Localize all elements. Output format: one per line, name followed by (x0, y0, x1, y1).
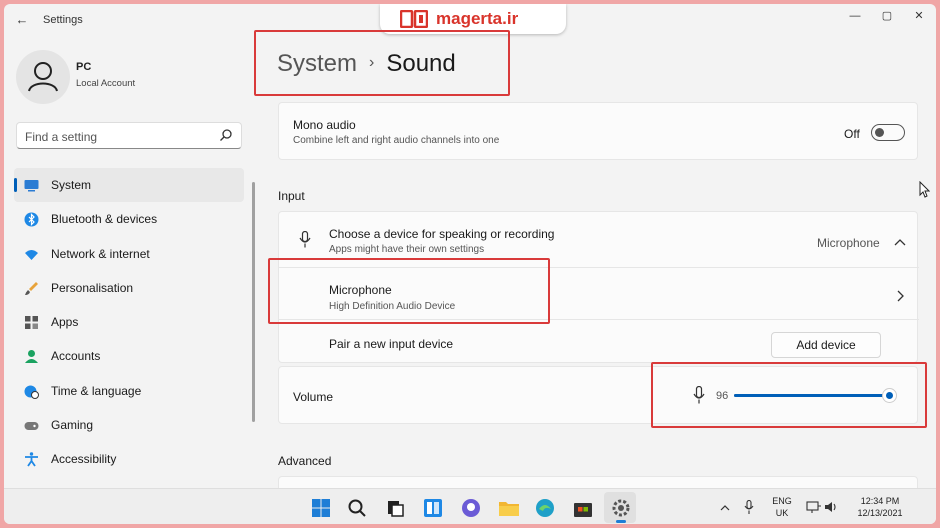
sidebar-item-accessibility[interactable]: Accessibility (14, 442, 244, 476)
sidebar-item-apps[interactable]: Apps (14, 305, 244, 339)
file-explorer-icon[interactable] (498, 497, 520, 519)
toggle-state-label: Off (844, 127, 860, 141)
sidebar-item-personalisation[interactable]: Personalisation (14, 271, 244, 305)
mono-audio-subtitle: Combine left and right audio channels in… (293, 135, 500, 146)
sidebar-item-label: Bluetooth & devices (51, 212, 158, 227)
mouse-cursor-icon (919, 181, 930, 198)
sidebar-item-label: Accounts (51, 349, 101, 364)
input-section-heading: Input (278, 189, 305, 203)
settings-icon[interactable] (610, 497, 632, 519)
active-indicator (14, 178, 17, 192)
edge-icon[interactable] (534, 497, 556, 519)
user-name: PC (76, 61, 92, 73)
close-button[interactable]: ✕ (902, 8, 936, 24)
sidebar-item-system[interactable]: System (14, 168, 244, 203)
clock-date[interactable]: 12/13/2021 (852, 508, 908, 518)
mono-audio-toggle[interactable] (871, 124, 905, 141)
sidebar-item-label: Accessibility (51, 452, 117, 467)
advanced-section-heading: Advanced (278, 454, 332, 468)
volume-title: Volume (293, 390, 334, 404)
apps-icon (25, 316, 38, 330)
globe-clock-icon (24, 385, 39, 399)
speaker-icon[interactable] (824, 500, 838, 514)
sidebar-item-bluetooth[interactable]: Bluetooth & devices (14, 202, 244, 236)
sidebar-nav: System Bluetooth & devices Network & int… (14, 168, 244, 477)
sidebar-item-accounts[interactable]: Accounts (14, 339, 244, 373)
mono-audio-card: Mono audio Combine left and right audio … (278, 102, 918, 160)
avatar[interactable] (16, 50, 70, 104)
sidebar-item-network[interactable]: Network & internet (14, 237, 244, 271)
bluetooth-icon (24, 212, 39, 227)
brush-icon (25, 281, 38, 295)
store-icon[interactable] (572, 497, 594, 519)
sidebar-item-time-language[interactable]: Time & language (14, 374, 244, 408)
scrollbar[interactable] (252, 182, 255, 422)
sidebar-item-gaming[interactable]: Gaming (14, 408, 244, 442)
settings-window: ← Settings — ▢ ✕ magerta.ir PC Local Acc… (4, 4, 936, 524)
mono-audio-title: Mono audio (293, 118, 356, 132)
sidebar-item-label: Apps (51, 315, 79, 330)
chevron-up-icon[interactable] (894, 238, 906, 246)
sidebar-item-label: System (51, 178, 92, 192)
choose-device-subtitle: Apps might have their own settings (329, 244, 485, 255)
back-button[interactable]: ← (12, 12, 32, 28)
user-account-type: Local Account (76, 78, 136, 89)
window-title: Settings (43, 14, 83, 26)
wifi-icon (25, 249, 38, 260)
language-indicator-top[interactable]: ENG (768, 496, 796, 506)
microphone-icon (299, 231, 311, 248)
accounts-icon (25, 350, 38, 364)
search-input[interactable]: Find a setting (16, 122, 242, 149)
search-icon[interactable] (346, 497, 368, 519)
choose-device-title: Choose a device for speaking or recordin… (329, 227, 555, 241)
sidebar-item-label: Personalisation (51, 280, 134, 295)
sidebar-item-label: Gaming (51, 418, 94, 433)
person-icon (28, 62, 58, 92)
highlight-box (651, 362, 927, 428)
pair-device-title: Pair a new input device (329, 337, 454, 351)
selected-device-label: Microphone (817, 236, 880, 250)
monitor-icon (24, 180, 39, 192)
search-placeholder: Find a setting (25, 130, 98, 144)
clock-time[interactable]: 12:34 PM (852, 496, 908, 506)
gamepad-icon (24, 422, 39, 431)
chat-icon[interactable] (460, 497, 482, 519)
active-app-indicator (616, 520, 626, 523)
minimize-button[interactable]: — (838, 8, 872, 24)
taskbar: ENG UK 12:34 PM 12/13/2021 (4, 488, 936, 524)
sidebar-item-label: Network & internet (51, 246, 150, 261)
chevron-up-icon[interactable] (720, 505, 730, 511)
maximize-button[interactable]: ▢ (870, 8, 904, 24)
watermark-logo-icon (400, 10, 428, 28)
accessibility-icon (25, 452, 38, 467)
widgets-icon[interactable] (422, 497, 444, 519)
watermark-text: magerta.ir (436, 9, 519, 28)
task-view-icon[interactable] (384, 497, 406, 519)
language-indicator-bottom[interactable]: UK (768, 508, 796, 518)
highlight-box (254, 30, 510, 96)
sidebar-item-label: Time & language (51, 383, 142, 398)
microphone-icon[interactable] (744, 500, 754, 515)
search-icon[interactable] (219, 128, 233, 142)
highlight-box (268, 258, 550, 324)
add-device-button[interactable]: Add device (771, 332, 881, 358)
network-icon[interactable] (806, 500, 822, 514)
windows-start-icon[interactable] (310, 497, 332, 519)
chevron-right-icon (897, 290, 904, 302)
